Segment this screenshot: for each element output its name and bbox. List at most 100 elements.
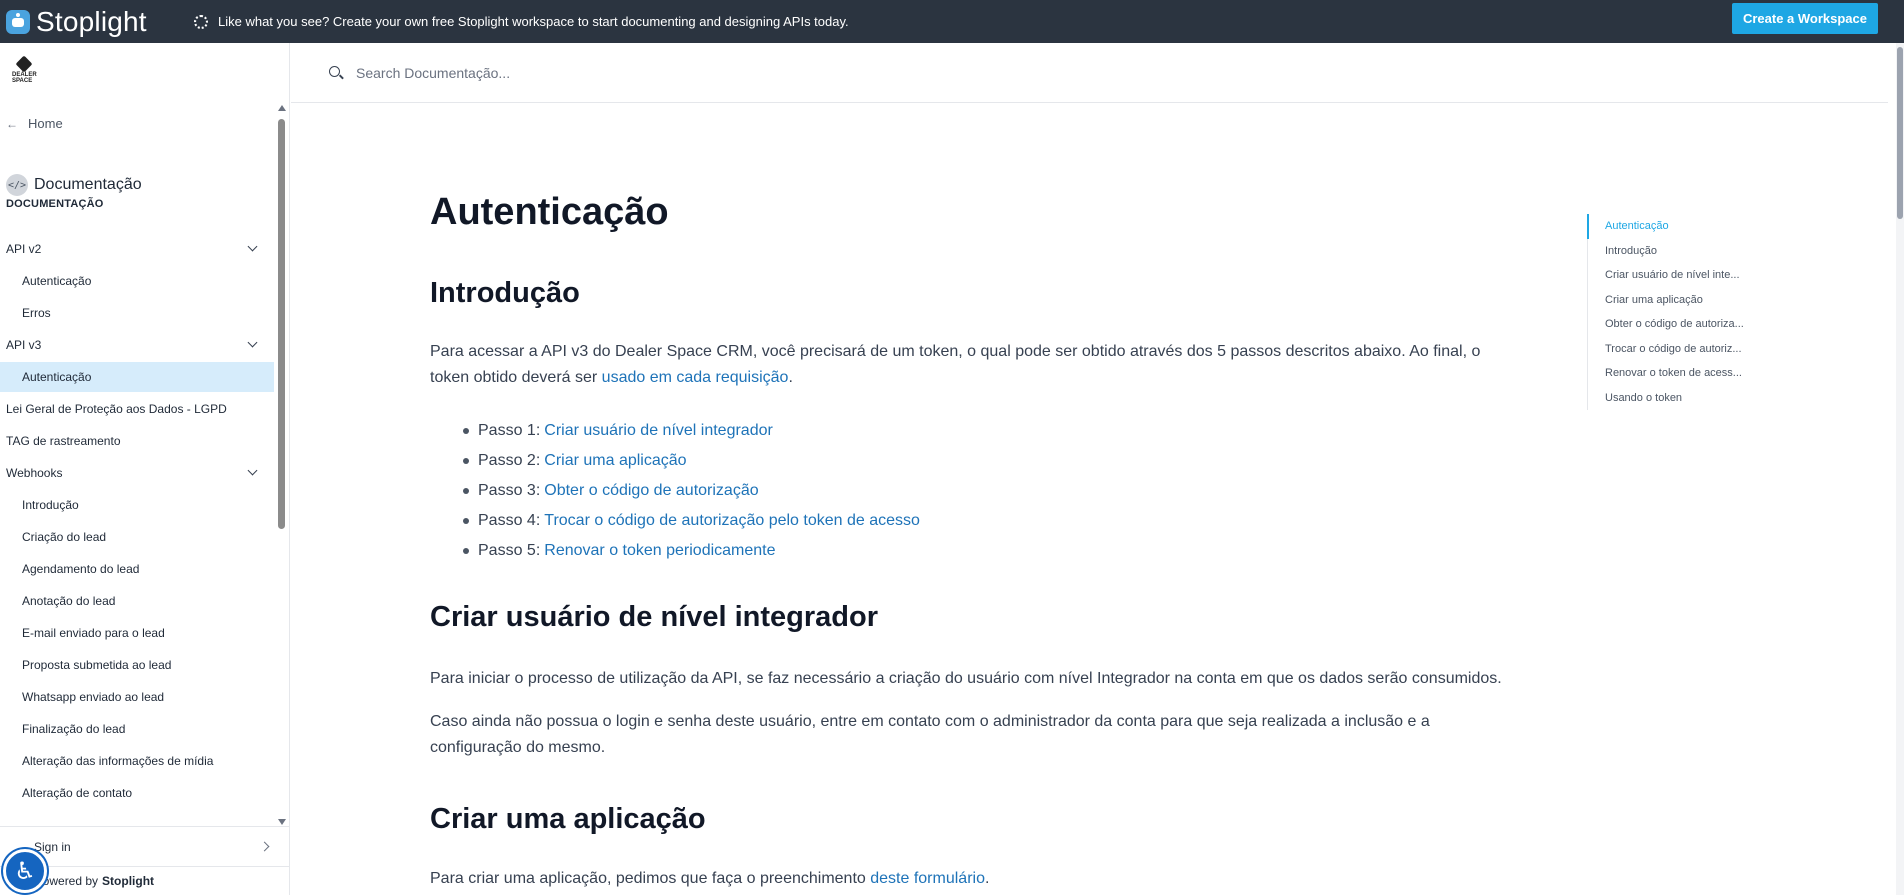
integrator-paragraph-1: Para iniciar o processo de utilização da… — [430, 670, 1502, 687]
promo-banner: Stoplight Like what you see? Create your… — [0, 0, 1904, 43]
sidebar-item[interactable]: TAG de rastreamento — [0, 426, 274, 456]
toc-item[interactable]: Autenticação — [1587, 214, 1744, 239]
sidebar-item[interactable]: Erros — [0, 298, 274, 328]
sidebar-item-label: E-mail enviado para o lead — [22, 626, 165, 640]
sidebar-item-label: Erros — [22, 306, 51, 320]
stoplight-brand[interactable]: Stoplight — [0, 6, 190, 38]
heading-criar-usuario: Criar usuário de nível integrador — [430, 601, 878, 633]
sidebar-item-label: Alteração de contato — [22, 786, 133, 800]
page-scrollbar[interactable] — [1896, 43, 1904, 895]
sidebar-item-label: Autenticação — [22, 274, 92, 288]
sidebar-item[interactable]: Autenticação — [0, 266, 274, 296]
sidebar-item[interactable]: Introdução — [0, 490, 274, 520]
toc-item[interactable]: Introdução — [1588, 239, 1744, 264]
intro-link[interactable]: usado em cada requisição — [602, 369, 789, 386]
sidebar-item[interactable]: Finalização do lead — [0, 714, 274, 744]
sidebar-item[interactable]: Webhooks — [0, 458, 274, 488]
promo-text: Like what you see? Create your own free … — [218, 14, 849, 29]
toc-item[interactable]: Renovar o token de acess... — [1588, 361, 1744, 386]
toc-item[interactable]: Trocar o código de autoriz... — [1588, 337, 1744, 362]
home-link[interactable]: ← Home — [6, 116, 63, 131]
app-paragraph: Para criar uma aplicação, pedimos que fa… — [430, 866, 1520, 892]
sidebar-scrollbar[interactable] — [278, 105, 286, 825]
logo-text: DEALER SPACE — [12, 72, 37, 84]
step-item: Passo 3: Obter o código de autorização — [463, 476, 920, 506]
toc-item[interactable]: Criar usuário de nível inte... — [1588, 263, 1744, 288]
sidebar-item[interactable]: Autenticação — [0, 362, 274, 392]
create-workspace-button[interactable]: Create a Workspace — [1731, 3, 1878, 34]
app-text: Para criar uma aplicação, pedimos que fa… — [430, 870, 871, 887]
step-link[interactable]: Obter o código de autorização — [544, 482, 758, 500]
step-item: Passo 2: Criar uma aplicação — [463, 446, 920, 476]
chevron-right-icon — [259, 841, 270, 852]
sidebar-item-label: Anotação do lead — [22, 594, 116, 608]
sidebar-item[interactable]: Anotação do lead — [0, 586, 274, 616]
intro-paragraph: Para acessar a API v3 do Dealer Space CR… — [430, 339, 1520, 391]
sidebar-item[interactable]: Whatsapp enviado ao lead — [0, 682, 274, 712]
step-link[interactable]: Trocar o código de autorização pelo toke… — [544, 512, 920, 530]
sidebar-item-label: API v3 — [6, 338, 42, 352]
intro-end: . — [788, 369, 793, 386]
stoplight-logo-icon — [6, 9, 30, 34]
form-link[interactable]: deste formulário — [870, 870, 985, 887]
sidebar-item[interactable]: E-mail enviado para o lead — [0, 618, 274, 648]
sidebar-item[interactable]: Agendamento do lead — [0, 554, 274, 584]
brand-name: Stoplight — [36, 5, 147, 37]
step-prefix: Passo 2: — [478, 452, 541, 469]
sidebar-item[interactable]: Proposta submetida ao lead — [0, 650, 274, 680]
sidebar-item-label: Introdução — [22, 498, 79, 512]
step-link[interactable]: Criar usuário de nível integrador — [544, 422, 773, 440]
step-prefix: Passo 1: — [478, 422, 541, 439]
sidebar-item-label: Lei Geral de Proteção aos Dados - LGPD — [6, 402, 227, 416]
sidebar-item-label: Finalização do lead — [22, 722, 126, 736]
search-input[interactable] — [356, 61, 956, 85]
scroll-down-icon[interactable] — [278, 819, 286, 825]
sidebar-item[interactable]: Criação do lead — [0, 522, 274, 552]
step-prefix: Passo 5: — [478, 542, 541, 559]
sidebar: DEALER SPACE ← Home </> Documentação DOC… — [0, 43, 290, 895]
accessibility-icon[interactable]: ♿ — [3, 849, 47, 893]
dealer-space-logo[interactable]: DEALER SPACE — [12, 55, 48, 86]
chevron-down-icon — [247, 241, 258, 252]
chevron-down-icon — [247, 465, 258, 476]
sidebar-item[interactable]: API v2 — [0, 234, 274, 264]
powered-brand: Stoplight — [102, 874, 155, 888]
page-scroll-thumb[interactable] — [1897, 47, 1903, 219]
arrow-left-icon: ← — [6, 116, 18, 131]
step-item: Passo 4: Trocar o código de autorização p… — [463, 506, 920, 536]
sidebar-scroll-thumb[interactable] — [278, 119, 285, 529]
toc-item[interactable]: Criar uma aplicação — [1588, 288, 1744, 313]
sidebar-item-label: Criação do lead — [22, 530, 107, 544]
step-link[interactable]: Renovar o token periodicamente — [544, 542, 775, 560]
step-item: Passo 1: Criar usuário de nível integrado… — [463, 416, 920, 446]
sidebar-item-label: Alteração das informações de mídia — [22, 754, 214, 768]
search-bar — [291, 43, 1888, 103]
chevron-down-icon — [247, 337, 258, 348]
page-title: Autenticação — [430, 191, 669, 233]
sidebar-item-label: Autenticação — [22, 370, 92, 384]
toc-item[interactable]: Obter o código de autoriza... — [1588, 312, 1744, 337]
toc-item[interactable]: Usando o token — [1588, 386, 1744, 411]
app-end: . — [984, 870, 990, 887]
steps-list: Passo 1: Criar usuário de nível integrado… — [463, 416, 920, 566]
step-link[interactable]: Criar uma aplicação — [544, 452, 686, 470]
scroll-up-icon[interactable] — [278, 105, 286, 111]
promo-message: Like what you see? Create your own free … — [190, 14, 849, 29]
sidebar-item-label: Agendamento do lead — [22, 562, 140, 576]
sidebar-item[interactable]: Alteração de contato — [0, 778, 274, 808]
search-icon — [329, 66, 340, 77]
sun-icon — [194, 14, 208, 29]
table-of-contents: Autenticação Introdução Criar usuário de n… — [1587, 214, 1744, 410]
sidebar-item[interactable]: API v3 — [0, 330, 274, 360]
sidebar-item[interactable]: Lei Geral de Proteção aos Dados - LGPD — [0, 394, 274, 424]
sidebar-item[interactable]: Alteração das informações de mídia — [0, 746, 274, 776]
sidebar-item-label: TAG de rastreamento — [6, 434, 121, 448]
intro-text: Para acessar a API v3 do Dealer Space CR… — [430, 343, 1481, 386]
dealer-space-logo-icon — [15, 55, 33, 73]
sidebar-item-label: API v2 — [6, 242, 42, 256]
sidebar-item-label: Webhooks — [6, 466, 63, 480]
step-prefix: Passo 3: — [478, 482, 541, 499]
step-prefix: Passo 4: — [478, 512, 541, 529]
sidebar-item-label: Proposta submetida ao lead — [22, 658, 172, 672]
step-item: Passo 5: Renovar o token periodicamente — [463, 536, 920, 566]
